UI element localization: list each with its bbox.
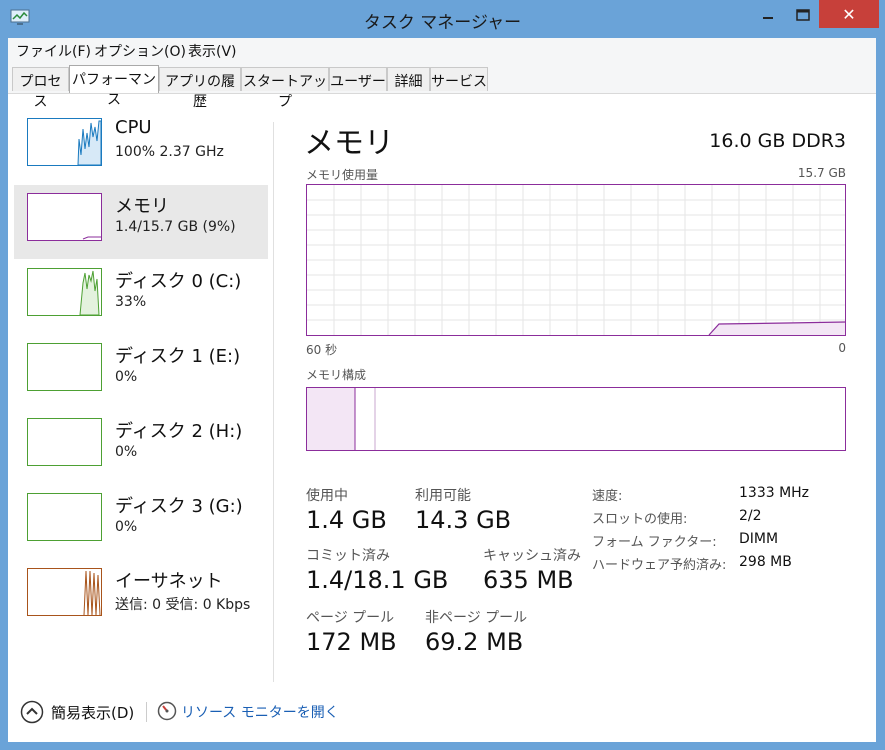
memory-usage-max: 15.7 GB (797, 166, 846, 180)
sidebar-ethernet-sub: 送信: 0 受信: 0 Kbps (115, 597, 251, 613)
footer-divider (146, 702, 147, 722)
sidebar-disk-2-name: ディスク 2 (H:) (115, 421, 243, 442)
maximize-button[interactable] (790, 0, 816, 30)
resource-sidebar: CPU 100% 2.37 GHz メモリ 1.4/15.7 GB (9%) デ… (8, 94, 273, 684)
task-manager-window: タスク マネージャー ✕ ファイル(F) オプション(O) 表示(V) プロセス… (0, 0, 885, 750)
sidebar-divider (273, 122, 274, 682)
menu-bar: ファイル(F) オプション(O) 表示(V) (8, 38, 876, 62)
available-label: 利用可能 (415, 488, 471, 504)
sidebar-item-disk-1[interactable]: ディスク 1 (E:) 0% (14, 335, 268, 409)
minimize-button[interactable] (746, 0, 790, 30)
committed-label: コミット済み (306, 548, 390, 564)
tab-processes[interactable]: プロセス (12, 67, 69, 110)
sidebar-cpu-sub: 100% 2.37 GHz (115, 144, 224, 160)
cpu-thumbnail-graph (27, 118, 102, 166)
paged-pool-label: ページ プール (306, 610, 395, 626)
hardware-reserved-value: 298 MB (739, 554, 792, 570)
sidebar-disk-0-sub: 33% (115, 294, 147, 310)
sidebar-item-disk-0[interactable]: ディスク 0 (C:) 33% (14, 260, 268, 334)
sidebar-disk-1-sub: 0% (115, 369, 138, 385)
disk-2-thumbnail-graph (27, 418, 102, 466)
maximize-icon (796, 9, 810, 21)
cached-label: キャッシュ済み (483, 548, 581, 564)
minimize-icon (763, 17, 773, 19)
cached-value: 635 MB (483, 566, 574, 594)
sidebar-disk-2-sub: 0% (115, 444, 138, 460)
tab-services[interactable]: サービス (430, 67, 488, 91)
sidebar-disk-3-sub: 0% (115, 519, 138, 535)
in-use-value: 1.4 GB (306, 506, 387, 534)
ethernet-thumbnail-graph (27, 568, 102, 616)
memory-spec: 16.0 GB DDR3 (709, 130, 846, 152)
axis-right-label: 0 (838, 341, 846, 355)
sidebar-item-cpu[interactable]: CPU 100% 2.37 GHz (14, 110, 268, 184)
footer-bar: 簡易表示(D) リソース モニターを開く (8, 690, 876, 738)
form-factor-label: フォーム ファクター: (592, 535, 717, 550)
memory-composition-label: メモリ構成 (306, 368, 367, 382)
nonpaged-pool-label: 非ページ プール (425, 610, 528, 626)
committed-value: 1.4/18.1 GB (306, 566, 449, 594)
menu-options[interactable]: オプション(O) (94, 41, 186, 61)
sidebar-ethernet-name: イーサネット (115, 571, 223, 592)
tab-users[interactable]: ユーザー (329, 67, 387, 91)
tab-details[interactable]: 詳細 (387, 67, 430, 91)
disk-0-thumbnail-graph (27, 268, 102, 316)
hardware-reserved-label: ハードウェア予約済み: (592, 558, 727, 573)
disk-3-thumbnail-graph (27, 493, 102, 541)
open-resource-monitor-link[interactable]: リソース モニターを開く (181, 702, 339, 722)
axis-left-label: 60 秒 (306, 343, 338, 357)
tab-performance[interactable]: パフォーマンス (69, 65, 159, 108)
sidebar-disk-1-name: ディスク 1 (E:) (115, 346, 241, 367)
tab-app-history[interactable]: アプリの履歴 (159, 67, 241, 110)
sidebar-item-disk-2[interactable]: ディスク 2 (H:) 0% (14, 410, 268, 484)
memory-composition-bar (306, 387, 846, 451)
sidebar-cpu-name: CPU (115, 117, 152, 138)
available-value: 14.3 GB (415, 506, 512, 534)
collapse-chevron-up-icon[interactable] (20, 700, 44, 724)
client-area: ファイル(F) オプション(O) 表示(V) プロセス パフォーマンス アプリの… (8, 38, 876, 742)
fewer-details-button[interactable]: 簡易表示(D) (51, 702, 134, 723)
paged-pool-value: 172 MB (306, 628, 397, 656)
close-icon: ✕ (842, 4, 856, 24)
memory-usage-graph (306, 184, 846, 336)
speed-label: 速度: (592, 489, 623, 504)
sidebar-item-disk-3[interactable]: ディスク 3 (G:) 0% (14, 485, 268, 559)
sidebar-memory-name: メモリ (115, 196, 169, 217)
menu-view[interactable]: 表示(V) (188, 41, 237, 61)
disk-1-thumbnail-graph (27, 343, 102, 391)
memory-usage-label: メモリ使用量 (306, 168, 379, 182)
menu-file[interactable]: ファイル(F) (16, 41, 91, 61)
close-button[interactable]: ✕ (819, 0, 879, 28)
sidebar-item-ethernet[interactable]: イーサネット 送信: 0 受信: 0 Kbps (14, 560, 268, 634)
slots-used-label: スロットの使用: (592, 512, 688, 527)
page-title: メモリ (304, 126, 394, 161)
sidebar-disk-0-name: ディスク 0 (C:) (115, 271, 242, 292)
nonpaged-pool-value: 69.2 MB (425, 628, 524, 656)
tab-strip: プロセス パフォーマンス アプリの履歴 スタートアップ ユーザー 詳細 サービス (8, 62, 876, 110)
resource-monitor-icon[interactable] (157, 701, 177, 721)
sidebar-item-memory[interactable]: メモリ 1.4/15.7 GB (9%) (14, 185, 268, 259)
in-use-label: 使用中 (306, 488, 348, 504)
sidebar-memory-sub: 1.4/15.7 GB (9%) (115, 219, 236, 235)
speed-value: 1333 MHz (739, 485, 810, 501)
form-factor-value: DIMM (739, 531, 779, 547)
sidebar-disk-3-name: ディスク 3 (G:) (115, 496, 243, 517)
slots-used-value: 2/2 (739, 508, 762, 524)
memory-thumbnail-graph (27, 193, 102, 241)
title-bar[interactable]: タスク マネージャー ✕ (0, 0, 885, 38)
tab-startup[interactable]: スタートアップ (241, 67, 329, 110)
